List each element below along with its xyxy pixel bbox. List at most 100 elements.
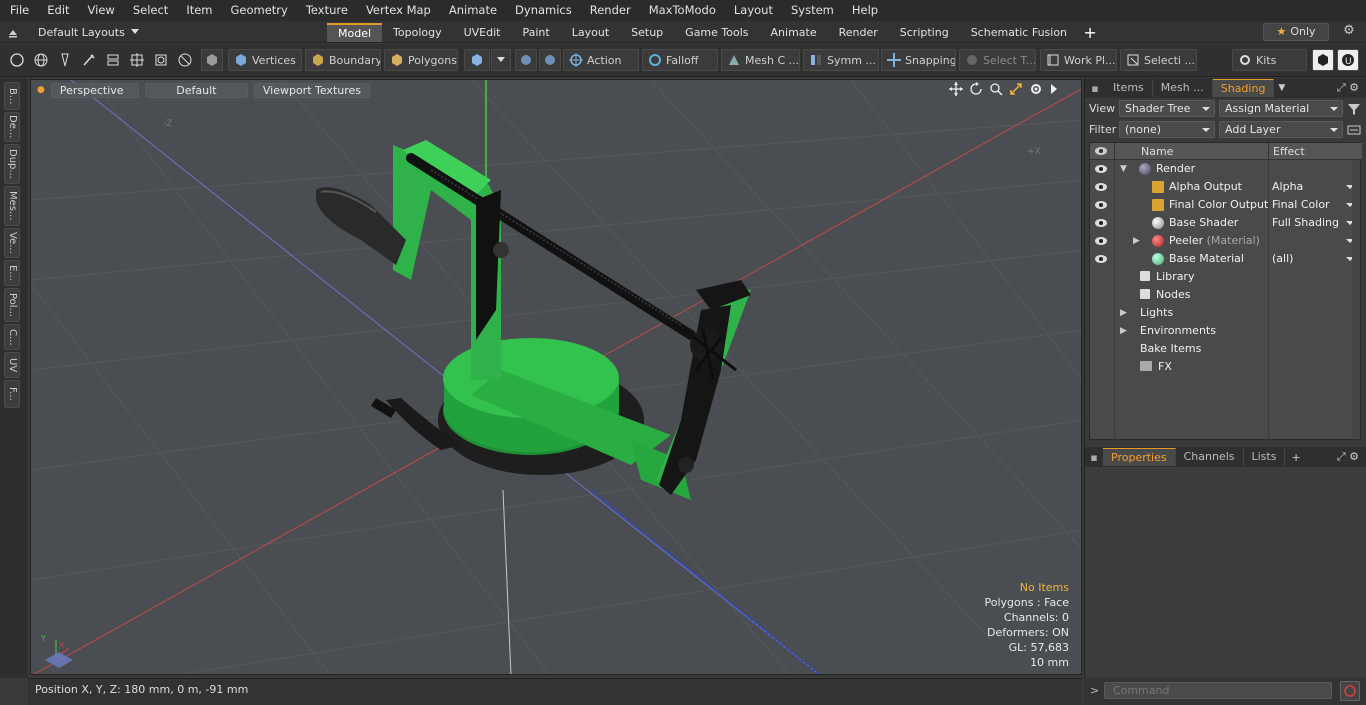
symmetry-toggle-icon[interactable] [515,49,537,71]
shader-tree-dropdown[interactable]: Shader Tree [1119,100,1215,117]
snapping-button[interactable]: Snapping [881,49,956,71]
tab-lists[interactable]: Lists [1244,448,1286,466]
tree-row-bake-items[interactable]: Bake Items [1090,340,1362,358]
menu-help[interactable]: Help [842,0,886,21]
select-through-button[interactable]: Select T... [959,49,1036,71]
unity-icon[interactable] [1312,49,1334,71]
collapse-arrow-icon[interactable] [6,26,20,38]
tab-game-tools[interactable]: Game Tools [674,23,759,42]
snap-grid-icon[interactable] [126,49,148,71]
left-tab-deform[interactable]: De... [4,112,20,142]
visibility-eye-icon[interactable] [1094,218,1108,228]
viewport-textures-button[interactable]: Viewport Textures [253,82,371,98]
tab-render[interactable]: Render [828,23,889,42]
effect-dropdown[interactable]: Full Shading [1272,214,1360,232]
pen-icon[interactable] [54,49,76,71]
add-tab-plus-icon[interactable]: + [1291,451,1300,464]
tab-mesh[interactable]: Mesh ... [1153,79,1213,97]
peeler-model[interactable] [316,140,751,500]
menu-item[interactable]: Item [176,0,220,21]
rotate-view-icon[interactable] [969,82,983,96]
globe-icon[interactable] [30,49,52,71]
menu-render[interactable]: Render [580,0,639,21]
name-column-header[interactable]: Name [1141,145,1173,158]
boundary-button[interactable]: Boundary [305,49,381,71]
tab-shading[interactable]: Shading [1212,79,1275,97]
tree-row-nodes[interactable]: Nodes [1090,286,1362,304]
expand-arrow-icon[interactable]: ▼ [1120,160,1127,178]
tree-row-fx[interactable]: FX [1090,358,1362,376]
viewport-scene[interactable]: -Z +X Y X [31,80,1082,675]
item-mode-icon[interactable] [201,49,223,71]
tab-uvedit[interactable]: UVEdit [453,23,512,42]
panel-options-icon[interactable]: ⤢ ⚙ [1337,450,1359,464]
tree-row-lights[interactable]: ▶ Lights [1090,304,1362,322]
default-view-button[interactable]: Default [144,82,248,98]
menu-vertex-map[interactable]: Vertex Map [356,0,439,21]
list-options-icon[interactable] [1347,123,1361,137]
gear-icon[interactable]: ⚙ [1340,23,1358,41]
panel-dot-icon[interactable]: ▪ [1085,451,1103,464]
effect-dropdown[interactable]: Alpha [1272,178,1360,196]
command-input[interactable] [1104,682,1332,699]
tree-row-render[interactable]: ▼ Render [1090,160,1362,178]
left-tab-edge[interactable]: E... [4,260,20,286]
visibility-eye-icon[interactable] [1094,236,1108,246]
visibility-eye-icon[interactable] [1094,254,1108,264]
tree-row-base-shader[interactable]: Base Shader Full Shading [1090,214,1362,232]
left-tab-vertex[interactable]: Ve... [4,228,20,258]
tab-topology[interactable]: Topology [382,23,453,42]
align-icon[interactable] [102,49,124,71]
move-view-icon[interactable] [949,82,963,96]
menu-maxtomodo[interactable]: MaxToModo [639,0,724,21]
menu-geometry[interactable]: Geometry [221,0,296,21]
menu-select[interactable]: Select [123,0,176,21]
symmetry-button[interactable]: Symm ... [803,49,879,71]
effect-dropdown[interactable]: Final Color [1272,196,1360,214]
visibility-eye-icon[interactable] [1094,200,1108,210]
left-tab-polygon[interactable]: Pol... [4,288,20,322]
maximize-view-icon[interactable] [1009,82,1023,96]
brush-icon[interactable] [78,49,100,71]
left-tab-curve[interactable]: C... [4,324,20,350]
only-button[interactable]: ★ Only [1263,23,1329,41]
viewport-expand-arrow-icon[interactable] [1049,82,1063,96]
tab-items[interactable]: Items [1105,79,1153,97]
kits-button[interactable]: Kits [1232,49,1307,71]
assign-material-dropdown[interactable]: Assign Material [1219,100,1343,117]
viewport-dot-icon[interactable]: ● [37,85,45,95]
polygons-button[interactable]: Polygons [384,49,458,71]
menu-layout[interactable]: Layout [724,0,781,21]
add-tab-plus-icon[interactable]: + [1078,23,1102,42]
default-layouts-dropdown[interactable]: Default Layouts [6,24,139,40]
tab-scripting[interactable]: Scripting [889,23,960,42]
chevron-down-icon[interactable] [491,49,511,71]
tab-layout[interactable]: Layout [561,23,620,42]
menu-view[interactable]: View [78,0,123,21]
left-tab-mesh-edit[interactable]: Mes... [4,186,20,226]
tab-properties[interactable]: Properties [1103,448,1176,466]
symmetry-toggle-2-icon[interactable] [539,49,561,71]
3d-viewport[interactable]: -Z +X Y X ● Perspective Default Viewport… [30,79,1082,675]
tree-row-library[interactable]: Library [1090,268,1362,286]
visibility-eye-icon[interactable] [1094,182,1108,192]
tree-row-final-color-output[interactable]: Final Color Output Final Color [1090,196,1362,214]
left-tab-fusion[interactable]: F... [4,380,20,408]
effect-dropdown[interactable]: (all) [1272,250,1360,268]
menu-system[interactable]: System [781,0,842,21]
sphere-icon[interactable] [174,49,196,71]
expand-arrow-icon[interactable]: ▶ [1120,304,1127,322]
funnel-filter-icon[interactable] [1347,102,1361,116]
menu-file[interactable]: File [0,0,37,21]
tabs-chevron-down-icon[interactable]: ▼ [1278,83,1285,93]
menu-texture[interactable]: Texture [296,0,356,21]
tree-row-environments[interactable]: ▶ Environments [1090,322,1362,340]
tab-setup[interactable]: Setup [620,23,674,42]
tab-animate[interactable]: Animate [760,23,828,42]
menu-animate[interactable]: Animate [439,0,505,21]
vertices-button[interactable]: Vertices [228,49,302,71]
tab-model[interactable]: Model [327,23,383,42]
panel-dot-icon[interactable]: ▪ [1085,82,1105,95]
tab-paint[interactable]: Paint [512,23,561,42]
add-layer-dropdown[interactable]: Add Layer [1219,121,1343,138]
